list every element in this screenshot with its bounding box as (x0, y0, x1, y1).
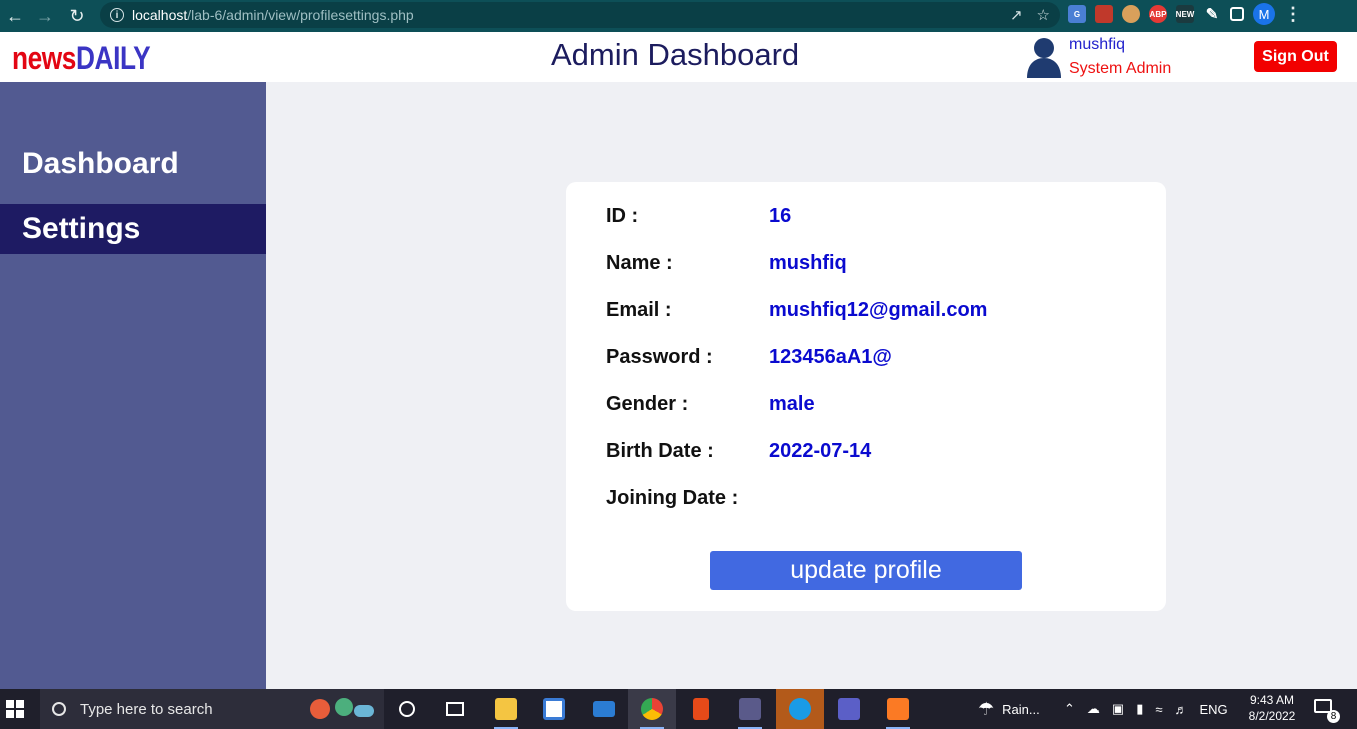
umbrella-icon: ☂ (978, 698, 995, 719)
clock-date: 8/2/2022 (1248, 709, 1296, 723)
battery-icon[interactable]: ▮ (1136, 701, 1143, 717)
back-icon[interactable]: ← (0, 2, 30, 30)
bookmark-star-icon[interactable]: ☆ (1037, 6, 1050, 24)
share-icon[interactable]: ↗ (1010, 6, 1023, 24)
sign-out-button[interactable]: Sign Out (1254, 41, 1337, 72)
site-info-icon[interactable]: i (110, 8, 124, 22)
device-icon[interactable]: ▣ (1112, 701, 1124, 717)
extensions-puzzle-icon[interactable]: ✎ (1203, 5, 1221, 23)
profile-row-id: ID : 16 (606, 205, 1126, 231)
language-indicator[interactable]: ENG (1200, 702, 1228, 717)
profile-card: ID : 16 Name : mushfiq Email : mushfiq12… (566, 182, 1166, 611)
logo-part-daily: DAILY (75, 40, 151, 76)
adblock-extension-icon[interactable]: ABP (1149, 5, 1167, 23)
edge-icon[interactable] (776, 689, 824, 729)
profile-row-birth-date: Birth Date : 2022-07-14 (606, 440, 1126, 466)
user-avatar-icon (1027, 38, 1061, 78)
profile-value: mushfiq12@gmail.com (769, 299, 988, 321)
translate-extension-icon[interactable]: G (1068, 5, 1086, 23)
reload-icon[interactable]: ↻ (62, 2, 92, 30)
profile-label: Gender : (606, 393, 689, 415)
wifi-icon[interactable]: ≈ (1155, 702, 1162, 717)
chrome-icon[interactable] (628, 689, 676, 729)
profile-avatar-icon[interactable]: M (1253, 3, 1275, 25)
volume-icon[interactable]: ♬ (1175, 702, 1188, 717)
mail-icon[interactable] (580, 689, 628, 729)
site-logo[interactable]: newsDAILY (12, 40, 151, 77)
profile-row-email: Email : mushfiq12@gmail.com (606, 299, 1126, 325)
taskbar-search-input[interactable]: Type here to search (40, 689, 384, 729)
profile-row-password: Password : 123456aA1@ (606, 346, 1126, 372)
chevron-up-icon[interactable]: ⌃ (1064, 701, 1075, 717)
profile-value: 16 (769, 205, 792, 227)
profile-label: Email : (606, 299, 672, 321)
update-profile-button[interactable]: update profile (710, 551, 1022, 590)
side-panel-icon[interactable] (1230, 7, 1244, 21)
profile-label: Name : (606, 252, 673, 274)
file-explorer-icon[interactable] (482, 689, 530, 729)
address-bar[interactable]: i localhost/lab-6/admin/view/profilesett… (100, 2, 1060, 28)
page-title: Admin Dashboard (551, 37, 800, 72)
weather-text: Rain... (1002, 701, 1040, 717)
xampp-icon[interactable] (874, 689, 922, 729)
windows-taskbar: Type here to search ☂ Rain... ⌃ ☁ ▣ ▮ ≈ … (0, 689, 1357, 729)
profile-row-joining-date: Joining Date : (606, 487, 1126, 513)
user-name: mushfiq (1069, 36, 1126, 53)
windows-start-icon[interactable] (6, 700, 24, 718)
forward-icon[interactable]: → (30, 2, 60, 30)
notification-center-icon[interactable]: 8 (1314, 699, 1340, 723)
book-extension-icon[interactable] (1095, 5, 1113, 23)
sidebar-item-dashboard[interactable]: Dashboard (0, 139, 266, 189)
app-window-icon[interactable] (726, 689, 774, 729)
task-view-icon[interactable] (431, 689, 479, 729)
profile-value: 2022-07-14 (769, 440, 872, 462)
search-icon (52, 702, 66, 716)
logo-part-news: news (12, 40, 76, 76)
cortana-icon[interactable] (383, 689, 431, 729)
office-icon[interactable] (677, 689, 725, 729)
clock-time: 9:43 AM (1249, 693, 1295, 707)
site-header: newsDAILY Admin Dashboard mushfiq System… (0, 32, 1357, 82)
store-icon[interactable] (530, 689, 578, 729)
teams-icon[interactable] (825, 689, 873, 729)
profile-label: Birth Date : (606, 440, 714, 462)
profile-row-gender: Gender : male (606, 393, 1126, 419)
glasses-extension-icon[interactable] (1122, 5, 1140, 23)
profile-value: mushfiq (769, 252, 847, 274)
sidebar-item-settings[interactable]: Settings (0, 204, 266, 254)
profile-value: 123456aA1@ (769, 346, 892, 368)
user-role: System Admin (1069, 60, 1172, 77)
search-placeholder: Type here to search (80, 700, 213, 718)
menu-kebab-icon[interactable]: ⋮ (1284, 4, 1302, 25)
notification-count-badge: 8 (1327, 710, 1340, 723)
new-extension-icon[interactable]: NEW (1176, 5, 1194, 23)
profile-label: Joining Date : (606, 487, 739, 509)
profile-row-name: Name : mushfiq (606, 252, 1126, 278)
url-path: /lab-6/admin/view/profilesettings.php (187, 7, 414, 23)
network-error-icon[interactable]: ☁ (1087, 701, 1100, 717)
profile-label: ID : (606, 205, 639, 227)
weather-widget[interactable]: ☂ Rain... (978, 689, 1040, 729)
system-tray: ⌃ ☁ ▣ ▮ ≈ ♬ ENG (1064, 689, 1228, 729)
search-highlight-illustration (310, 698, 374, 719)
system-clock[interactable]: 9:43 AM 8/2/2022 (1240, 692, 1304, 724)
browser-toolbar: ← → ↻ i localhost/lab-6/admin/view/profi… (0, 0, 1357, 32)
profile-label: Password : (606, 346, 713, 368)
sidebar: Dashboard Settings (0, 82, 266, 689)
url-host: localhost (132, 7, 188, 23)
profile-value: male (769, 393, 815, 415)
